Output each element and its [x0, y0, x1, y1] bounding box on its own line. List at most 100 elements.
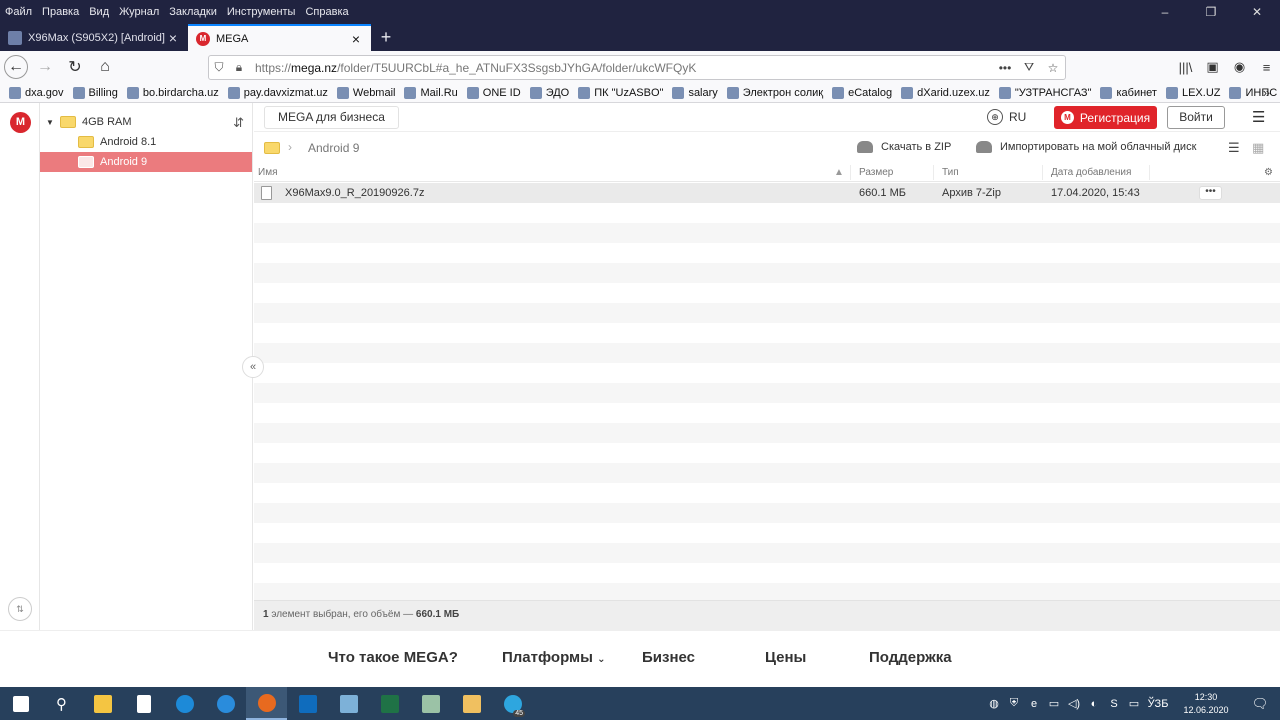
pocket-icon[interactable]: ⛛: [1017, 60, 1041, 75]
page-actions-icon[interactable]: •••: [993, 61, 1017, 75]
bookmark-item[interactable]: Webmail: [336, 86, 395, 99]
tray-e-icon[interactable]: e: [1024, 698, 1044, 710]
clock[interactable]: 12:30 12.06.2020: [1172, 691, 1240, 717]
menu-help[interactable]: Справка: [300, 6, 353, 18]
drawing-app-icon[interactable]: [451, 687, 492, 720]
forward-button[interactable]: →: [32, 54, 58, 80]
column-settings-icon[interactable]: ⚙: [1264, 167, 1273, 178]
keyboard-language[interactable]: ЎЗБ: [1144, 698, 1172, 710]
menu-file[interactable]: Файл: [0, 6, 37, 18]
footer-link-pricing[interactable]: Цены: [765, 649, 806, 666]
tab-mega[interactable]: M MEGA ×: [188, 24, 371, 51]
menu-hamburger-icon[interactable]: ≡: [1253, 60, 1280, 75]
volume-icon[interactable]: ◁): [1064, 697, 1084, 710]
bookmark-item[interactable]: Billing: [72, 86, 118, 99]
bookmark-item[interactable]: pay.davxizmat.uz: [227, 86, 328, 99]
notepad-icon[interactable]: [123, 687, 164, 720]
footer-link-support[interactable]: Поддержка: [869, 649, 952, 666]
skype-icon[interactable]: S: [1104, 698, 1124, 710]
list-view-icon[interactable]: ☰: [1228, 140, 1240, 156]
tray-app-icon[interactable]: ◍: [984, 697, 1004, 710]
sidebar-icon[interactable]: ▣: [1199, 59, 1226, 75]
tree-item-android-8-1[interactable]: Android 8.1: [40, 132, 252, 152]
outlook-icon[interactable]: [287, 687, 328, 720]
column-size[interactable]: Размер: [859, 167, 893, 178]
footer-link-business[interactable]: Бизнес: [642, 649, 695, 666]
account-icon[interactable]: ◉: [1226, 59, 1253, 75]
shield-icon[interactable]: ⛉: [209, 60, 229, 75]
url-text[interactable]: https://mega.nz/folder/T5UURCbL#a_he_ATN…: [255, 61, 993, 75]
search-icon[interactable]: ⚲: [41, 687, 82, 720]
sort-asc-icon[interactable]: ▲: [834, 167, 844, 178]
bookmark-item[interactable]: dxa.gov: [9, 86, 64, 99]
maximize-icon[interactable]: ❐: [1188, 0, 1234, 24]
bookmark-item[interactable]: bo.birdarcha.uz: [126, 86, 219, 99]
tree-item-root[interactable]: ▼ 4GB RAM: [40, 112, 252, 132]
bookmark-item[interactable]: LEX.UZ: [1165, 86, 1220, 99]
back-button[interactable]: ←: [4, 55, 28, 79]
menu-history[interactable]: Журнал: [114, 6, 164, 18]
import-to-cloud-button[interactable]: Импортировать на мой облачный диск: [976, 141, 1196, 153]
network-icon[interactable]: ▭: [1044, 697, 1064, 710]
bookmark-item[interactable]: eCatalog: [832, 86, 892, 99]
menu-bookmarks[interactable]: Закладки: [164, 6, 222, 18]
column-name[interactable]: Имя: [258, 167, 277, 178]
table-row[interactable]: X96Max9.0_R_20190926.7z 660.1 МБ Архив 7…: [254, 183, 1280, 203]
menu-tools[interactable]: Инструменты: [222, 6, 301, 18]
sort-icon[interactable]: ⇵: [233, 115, 244, 131]
more-options-icon[interactable]: •••: [1199, 186, 1222, 200]
bookmark-item[interactable]: dXarid.uzex.uz: [901, 86, 990, 99]
mega-business-button[interactable]: MEGA для бизнеса: [264, 106, 399, 129]
internet-explorer-icon[interactable]: [205, 687, 246, 720]
bookmark-item[interactable]: ПК "UzASBO": [578, 86, 663, 99]
minimize-icon[interactable]: –: [1142, 0, 1188, 24]
notification-center-icon[interactable]: 🗨︎: [1240, 696, 1280, 712]
bookmark-item[interactable]: salary: [672, 86, 718, 99]
bookmark-item[interactable]: Mail.Ru: [404, 86, 458, 99]
tray-shield-icon[interactable]: ⛨: [1004, 697, 1024, 710]
menu-hamburger-icon[interactable]: ☰: [1252, 108, 1265, 126]
photos-icon[interactable]: [328, 687, 369, 720]
bookmark-item[interactable]: "УЗТРАНСГАЗ": [998, 86, 1091, 99]
bookmark-item[interactable]: кабинет: [1100, 86, 1157, 99]
language-selector[interactable]: ⊕ RU: [987, 109, 1026, 125]
excel-icon[interactable]: [369, 687, 410, 720]
column-type[interactable]: Тип: [942, 167, 959, 178]
tree-item-android-9[interactable]: Android 9: [40, 152, 252, 172]
tray-globe-icon[interactable]: ◐: [1084, 698, 1104, 710]
firefox-icon[interactable]: [246, 687, 287, 720]
library-icon[interactable]: |||\: [1172, 60, 1199, 75]
expand-arrow-icon[interactable]: ▼: [46, 118, 56, 127]
close-tab-icon[interactable]: ×: [166, 30, 180, 46]
transfers-icon[interactable]: ⇅: [8, 597, 32, 621]
start-windows-icon[interactable]: [0, 687, 41, 720]
image-viewer-icon[interactable]: [410, 687, 451, 720]
close-window-icon[interactable]: ✕: [1234, 0, 1280, 24]
new-tab-button[interactable]: +: [371, 24, 401, 51]
login-button[interactable]: Войти: [1167, 106, 1225, 129]
mega-logo-icon[interactable]: M: [10, 112, 31, 133]
bookmark-item[interactable]: ONE ID: [466, 86, 521, 99]
telegram-icon[interactable]: 45: [492, 687, 533, 720]
menu-edit[interactable]: Правка: [37, 6, 84, 18]
footer-link-about[interactable]: Что такое MEGA?: [328, 649, 458, 666]
collapse-sidebar-button[interactable]: «: [242, 356, 264, 378]
bookmark-item[interactable]: Электрон солиқ: [726, 86, 823, 99]
bookmark-item[interactable]: ЭДО: [529, 86, 569, 99]
download-zip-button[interactable]: Скачать в ZIP: [857, 141, 951, 153]
register-button[interactable]: M Регистрация: [1054, 106, 1157, 129]
reload-button[interactable]: ↻: [62, 54, 88, 80]
chevron-right-icon[interactable]: »: [1263, 85, 1270, 100]
address-bar[interactable]: ⛉ 🔒︎ https://mega.nz/folder/T5UURCbL#a_h…: [208, 55, 1066, 80]
tab-x96max[interactable]: X96Max (S905X2) [Android] - 4 ×: [0, 24, 188, 51]
file-explorer-icon[interactable]: [82, 687, 123, 720]
bookmark-star-icon[interactable]: ☆: [1041, 61, 1065, 75]
close-tab-icon[interactable]: ×: [349, 31, 363, 47]
bookmark-item[interactable]: ИНПС: [1229, 86, 1277, 99]
breadcrumb[interactable]: Android 9: [308, 141, 359, 155]
column-date[interactable]: Дата добавления: [1051, 167, 1131, 178]
footer-link-platforms[interactable]: Платформы ⌄: [502, 649, 606, 666]
grid-view-icon[interactable]: ▦: [1252, 140, 1264, 156]
lock-icon[interactable]: 🔒︎: [229, 60, 249, 75]
folder-icon[interactable]: [264, 142, 280, 154]
